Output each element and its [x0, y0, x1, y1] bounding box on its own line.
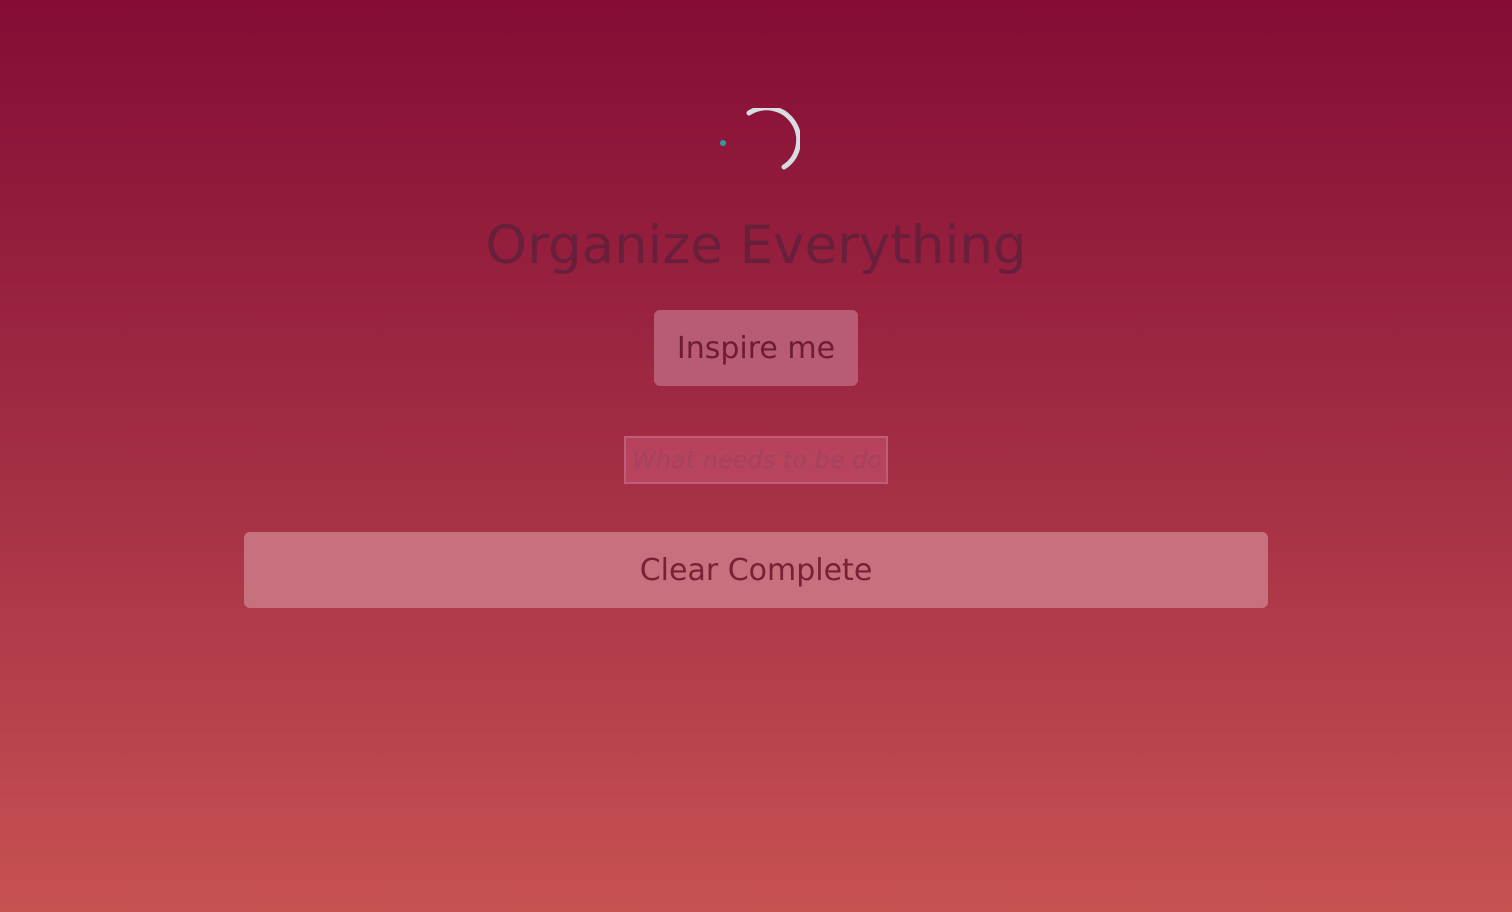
clear-complete-button[interactable]: Clear Complete — [244, 532, 1268, 608]
spinner-dot — [720, 140, 726, 146]
inspire-me-button[interactable]: Inspire me — [654, 310, 858, 386]
loading-spinner-icon — [720, 108, 800, 170]
new-todo-input[interactable] — [624, 436, 888, 484]
page-title: Organize Everything — [485, 215, 1027, 276]
spinner-arc — [746, 108, 800, 170]
